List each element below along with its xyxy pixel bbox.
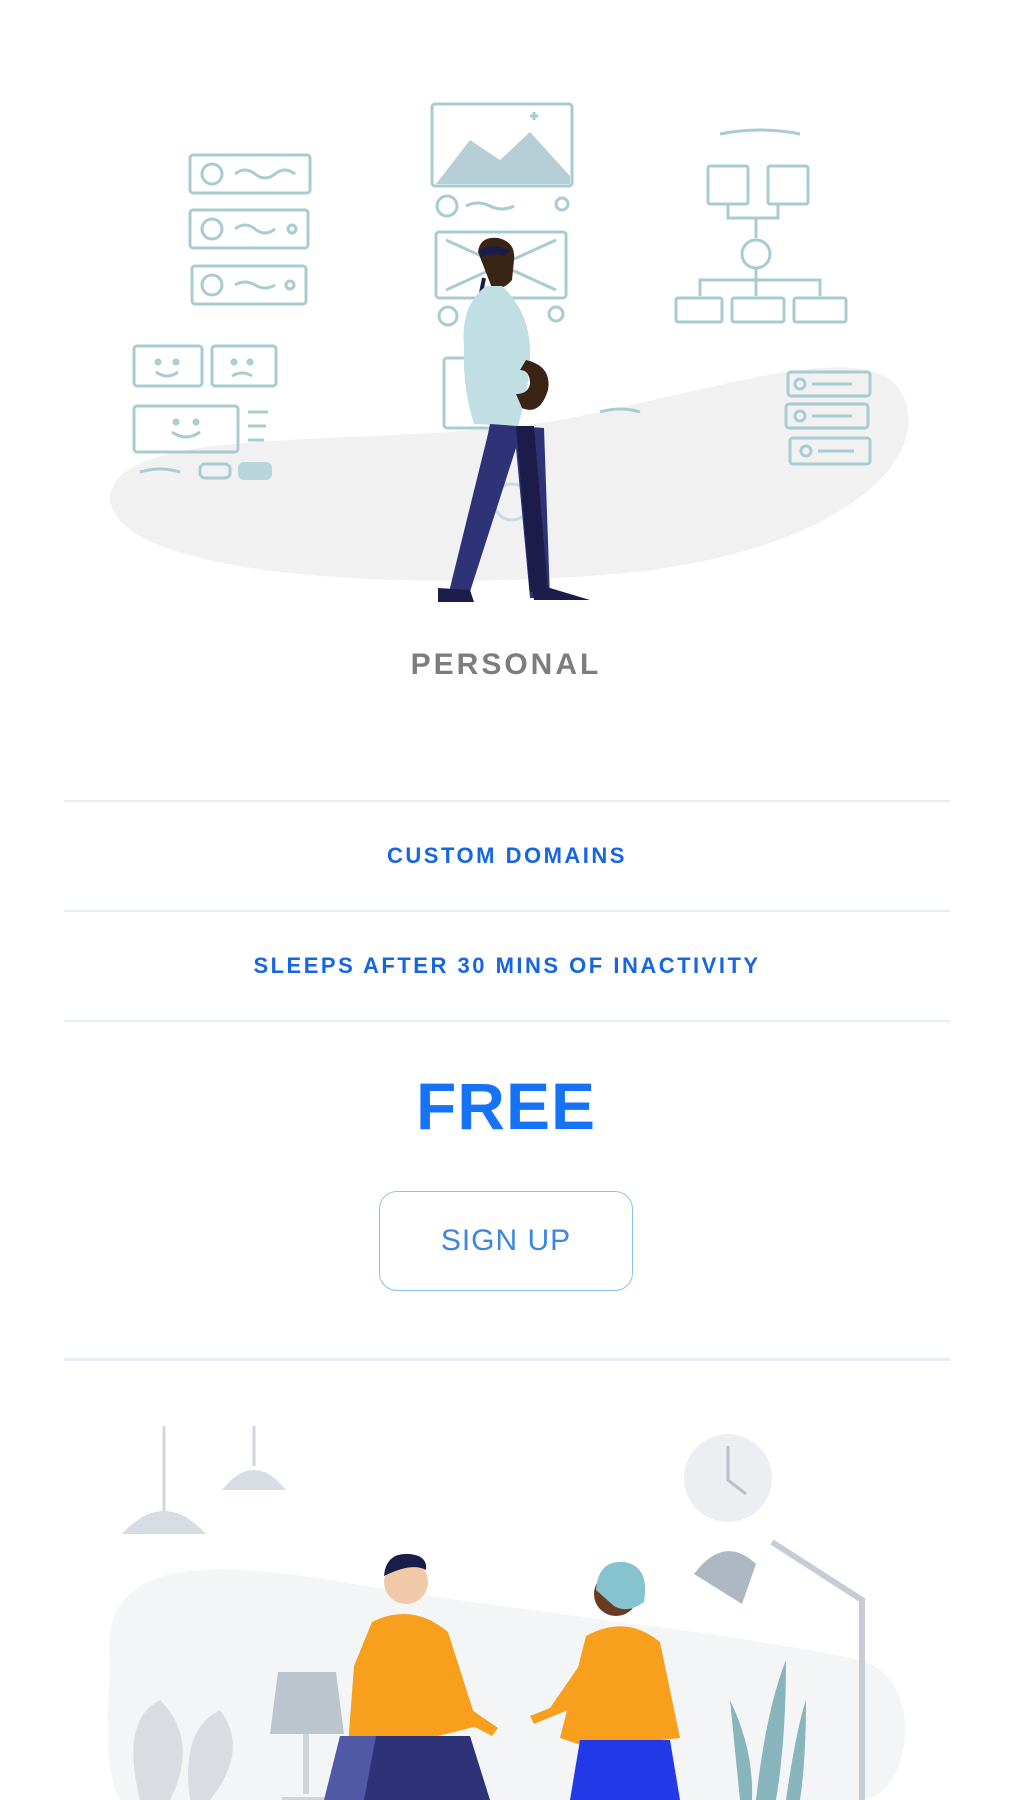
feature-sleeps-inactivity: SLEEPS AFTER 30 MINS OF INACTIVITY (253, 953, 761, 978)
plan-title: PERSONAL (410, 648, 602, 681)
sign-up-button[interactable]: SIGN UP (379, 1191, 633, 1291)
section-divider (64, 1358, 950, 1361)
personal-plan-illustration (110, 102, 909, 602)
divider (64, 910, 950, 912)
plan-price: FREE (415, 1069, 597, 1143)
divider (64, 1020, 950, 1022)
feature-custom-domains: CUSTOM DOMAINS (387, 843, 627, 868)
divider (64, 800, 950, 802)
next-plan-illustration (107, 1426, 906, 1800)
